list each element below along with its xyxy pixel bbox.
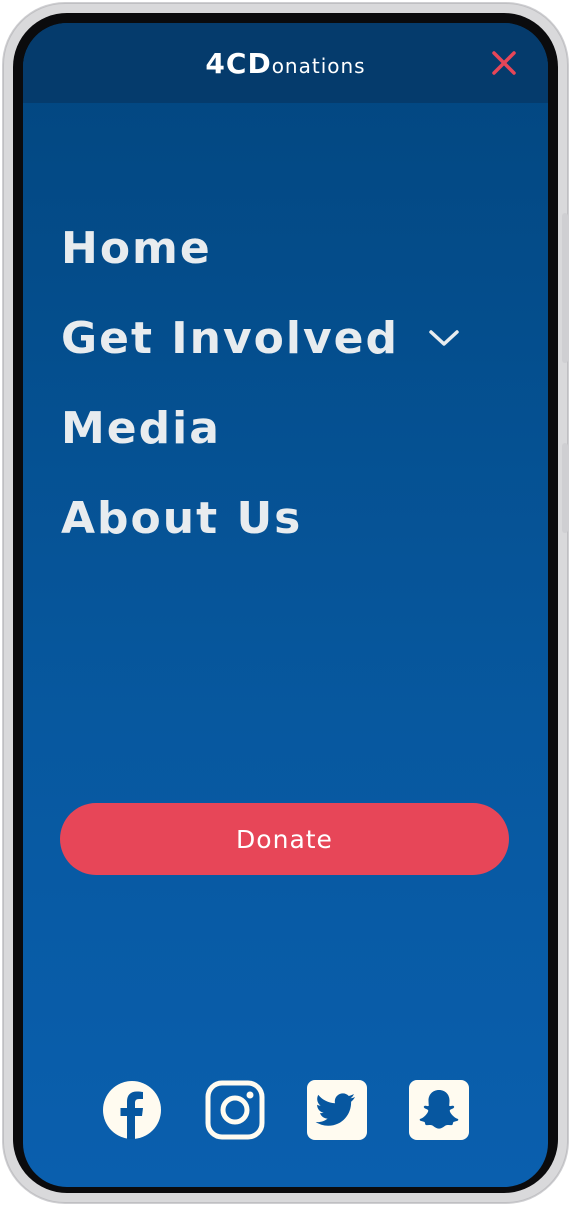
social-links [23, 1080, 548, 1140]
logo[interactable]: 4CDonations [23, 47, 548, 80]
snapchat-icon[interactable] [409, 1080, 469, 1140]
donate-button-label: Donate [236, 824, 333, 854]
chevron-down-icon[interactable] [427, 328, 461, 348]
logo-mark: 4CD [205, 47, 272, 80]
nav-item-get-involved[interactable]: Get Involved [61, 293, 461, 383]
instagram-icon[interactable] [205, 1080, 265, 1140]
volume-button [562, 213, 568, 363]
nav-item-label: Home [61, 222, 212, 274]
nav-item-home[interactable]: Home [61, 203, 461, 293]
nav-item-label: About Us [61, 492, 303, 544]
logo-text: onations [271, 54, 366, 78]
power-button [562, 443, 568, 533]
facebook-icon[interactable] [102, 1080, 162, 1140]
close-icon[interactable] [490, 49, 518, 77]
nav-item-about-us[interactable]: About Us [61, 473, 461, 563]
main-nav: Home Get Involved Media About Us [61, 203, 461, 563]
donate-button[interactable]: Donate [60, 803, 509, 875]
header-bar: 4CDonations [23, 23, 548, 103]
nav-item-media[interactable]: Media [61, 383, 461, 473]
twitter-icon[interactable] [307, 1080, 367, 1140]
nav-item-label: Get Involved [61, 312, 400, 364]
menu-screen: 4CDonations Home Get Involved Media Abou… [23, 23, 548, 1187]
nav-item-label: Media [61, 402, 221, 454]
